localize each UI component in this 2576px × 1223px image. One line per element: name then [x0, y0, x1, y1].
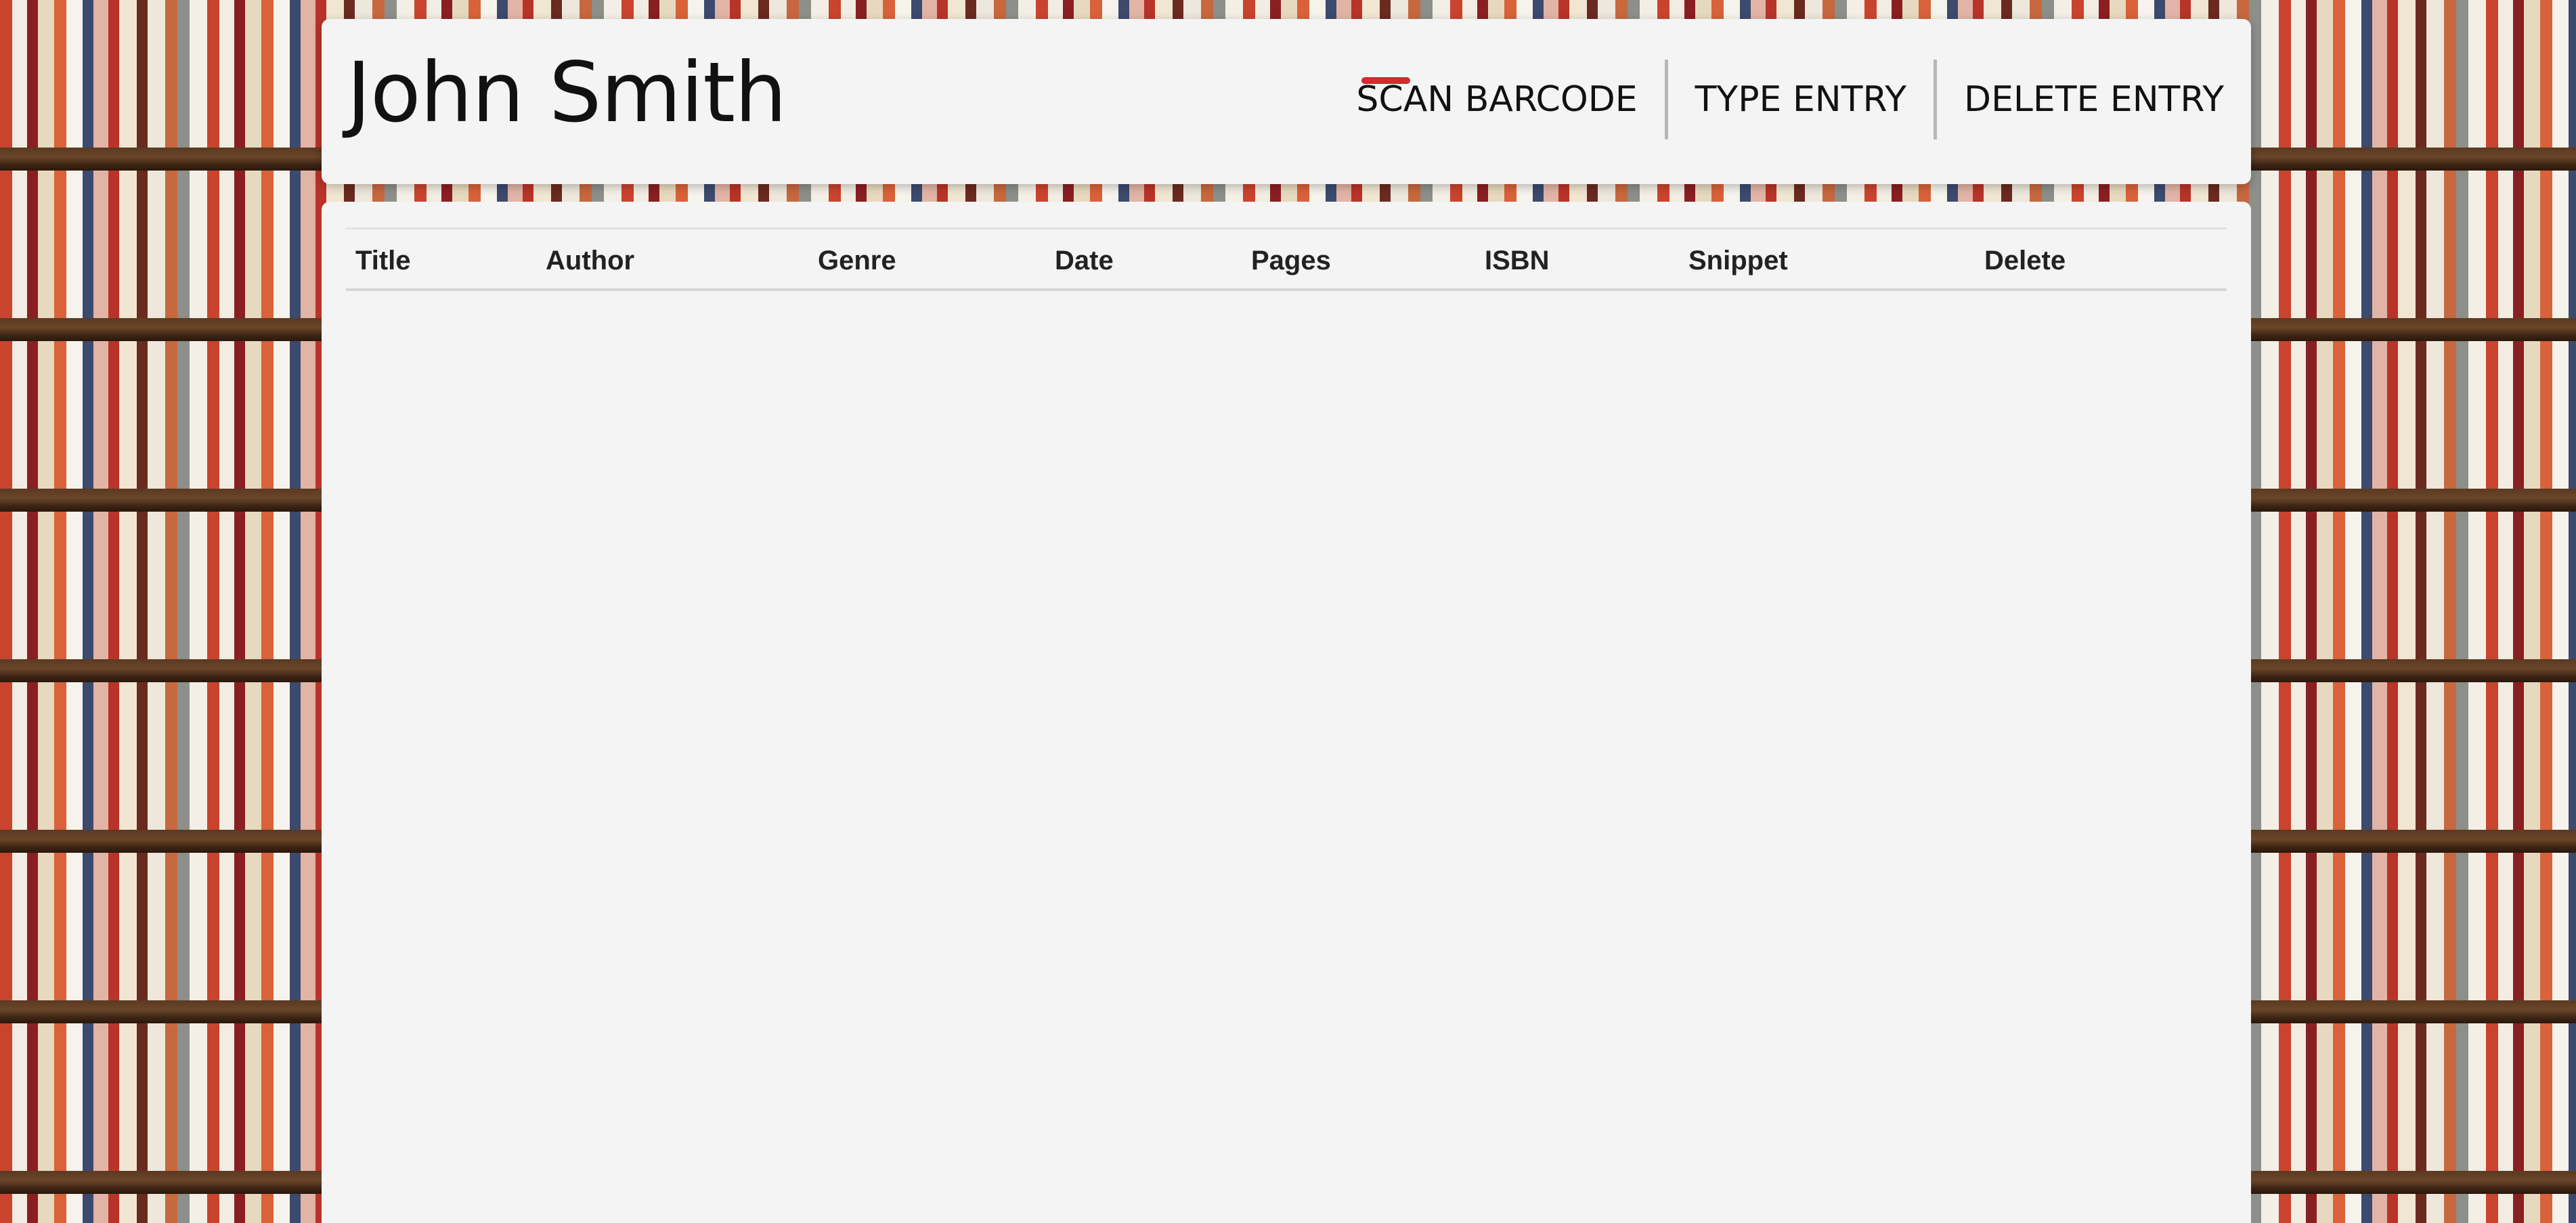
column-header-delete[interactable]: Delete [1975, 229, 2227, 290]
scan-barcode-label: SCAN BARCODE [1356, 79, 1638, 120]
scan-barcode-button[interactable]: SCAN BARCODE [1356, 60, 1664, 139]
type-entry-button[interactable]: TYPE ENTRY [1668, 60, 1934, 139]
column-header-isbn[interactable]: ISBN [1475, 229, 1679, 290]
user-name-title: John Smith [347, 45, 787, 141]
column-header-title[interactable]: Title [346, 229, 536, 290]
book-list-panel: Title Author Genre Date Pages ISBN Snipp… [322, 202, 2251, 1223]
column-header-snippet[interactable]: Snippet [1679, 229, 1975, 290]
type-entry-label: TYPE ENTRY [1695, 79, 1907, 120]
table-header-row: Title Author Genre Date Pages ISBN Snipp… [346, 228, 2227, 290]
column-header-author[interactable]: Author [536, 229, 808, 290]
action-nav: SCAN BARCODE TYPE ENTRY DELETE ENTRY [1356, 60, 2224, 139]
header-panel: John Smith SCAN BARCODE TYPE ENTRY DELET… [322, 19, 2251, 184]
bookshelf-background: { "header": { "user_name": "John Smith",… [0, 0, 2576, 1223]
delete-entry-label: DELETE ENTRY [1964, 79, 2224, 120]
book-table: Title Author Genre Date Pages ISBN Snipp… [346, 227, 2227, 291]
column-header-date[interactable]: Date [1045, 229, 1242, 290]
column-header-pages[interactable]: Pages [1242, 229, 1475, 290]
active-tab-indicator [1361, 77, 1411, 84]
column-header-genre[interactable]: Genre [808, 229, 1045, 290]
delete-entry-button[interactable]: DELETE ENTRY [1937, 60, 2224, 139]
